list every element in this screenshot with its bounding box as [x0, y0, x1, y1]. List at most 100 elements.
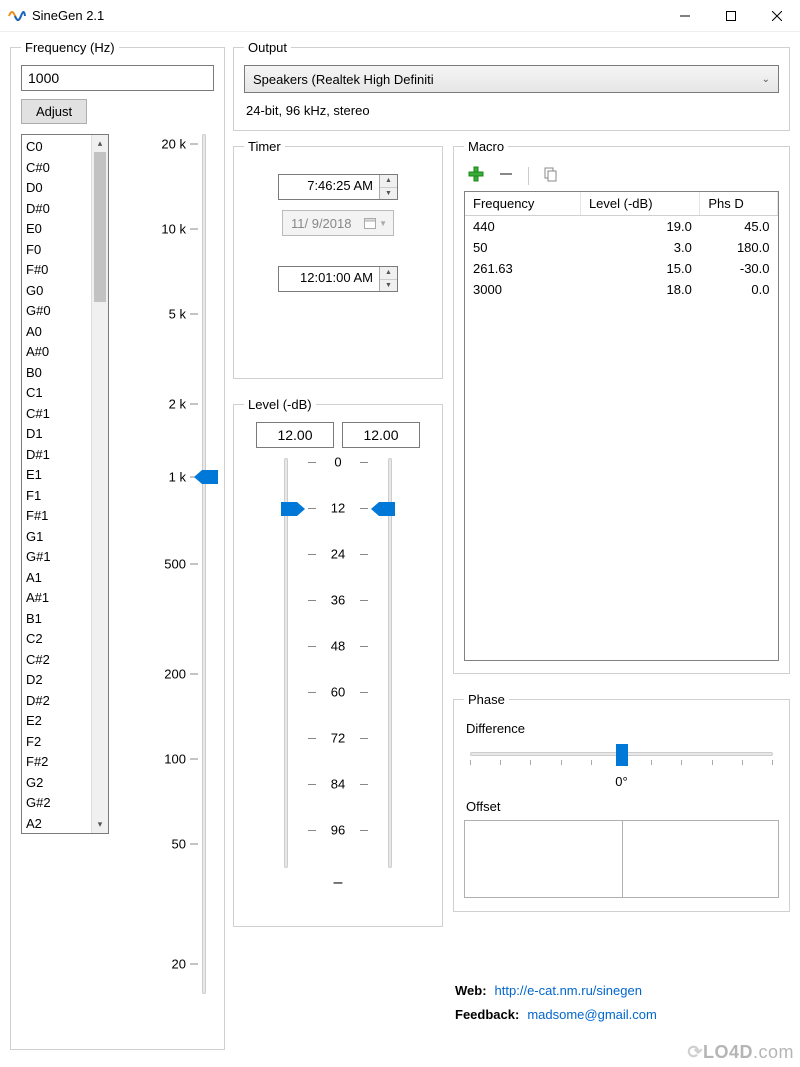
freq-tick-label: 50 [172, 837, 186, 852]
freq-tick-label: 20 k [161, 137, 186, 152]
macro-table[interactable]: FrequencyLevel (-dB)Phs D 44019.045.0503… [464, 191, 779, 661]
close-button[interactable] [754, 0, 800, 32]
spin-up-icon[interactable]: ▲ [380, 175, 397, 188]
level-left-thumb[interactable] [281, 502, 305, 516]
level-group: Level (-dB) 01224364860728496 [233, 397, 443, 927]
spin-up-icon[interactable]: ▲ [380, 267, 397, 280]
feedback-link[interactable]: madsome@gmail.com [527, 1003, 657, 1027]
level-left-slider[interactable] [284, 458, 288, 868]
titlebar: SineGen 2.1 [0, 0, 800, 32]
adjust-button[interactable]: Adjust [21, 99, 87, 124]
note-item[interactable]: D2 [26, 670, 91, 691]
table-row[interactable]: 44019.045.0 [465, 216, 778, 238]
frequency-input[interactable] [21, 65, 214, 91]
note-item[interactable]: F#1 [26, 506, 91, 527]
level-tick-label: 96 [331, 823, 345, 838]
note-item[interactable]: G#0 [26, 301, 91, 322]
level-right-slider[interactable] [388, 458, 392, 868]
macro-header[interactable]: Level (-dB) [580, 192, 699, 216]
phase-slider[interactable] [470, 742, 773, 770]
output-legend: Output [244, 40, 291, 55]
feedback-label: Feedback: [455, 1003, 519, 1027]
copy-icon[interactable] [543, 166, 559, 185]
note-item[interactable]: G#2 [26, 793, 91, 814]
note-item[interactable]: A#0 [26, 342, 91, 363]
web-label: Web: [455, 979, 487, 1003]
output-device-value: Speakers (Realtek High Definiti [253, 72, 434, 87]
note-item[interactable]: D#2 [26, 691, 91, 712]
frequency-slider-thumb[interactable] [194, 470, 218, 484]
scroll-down-arrow[interactable]: ▾ [92, 816, 108, 833]
timer-end-time[interactable]: 12:01:00 AM ▲ ▼ [278, 266, 398, 292]
table-row[interactable]: 300018.00.0 [465, 279, 778, 300]
level-tick-label: 12 [331, 501, 345, 516]
freq-tick-label: 200 [164, 667, 186, 682]
note-item[interactable]: G#1 [26, 547, 91, 568]
spin-down-icon[interactable]: ▼ [380, 280, 397, 292]
note-item[interactable]: D0 [26, 178, 91, 199]
note-item[interactable]: F0 [26, 240, 91, 261]
note-item[interactable]: F#2 [26, 752, 91, 773]
note-item[interactable]: E1 [26, 465, 91, 486]
phase-slider-thumb[interactable] [616, 744, 628, 766]
add-icon[interactable] [468, 166, 484, 185]
output-format-info: 24-bit, 96 kHz, stereo [246, 103, 779, 118]
note-item[interactable]: D#0 [26, 199, 91, 220]
freq-tick-label: 2 k [169, 397, 186, 412]
level-right-thumb[interactable] [371, 502, 395, 516]
note-item[interactable]: A1 [26, 568, 91, 589]
note-item[interactable]: C2 [26, 629, 91, 650]
watermark: ⟳LO4D.com [687, 1042, 794, 1063]
note-item[interactable]: D#1 [26, 445, 91, 466]
timer-start-time[interactable]: 7:46:25 AM ▲ ▼ [278, 174, 398, 200]
freq-tick-label: 10 k [161, 222, 186, 237]
note-scrollbar[interactable]: ▴ ▾ [91, 135, 108, 833]
note-item[interactable]: C#1 [26, 404, 91, 425]
remove-icon[interactable] [498, 166, 514, 185]
calendar-icon [363, 216, 377, 230]
note-item[interactable]: A2 [26, 814, 91, 834]
note-item[interactable]: F2 [26, 732, 91, 753]
macro-header[interactable]: Phs D [700, 192, 778, 216]
note-item[interactable]: E2 [26, 711, 91, 732]
note-item[interactable]: C#2 [26, 650, 91, 671]
note-item[interactable]: F#0 [26, 260, 91, 281]
note-item[interactable]: B0 [26, 363, 91, 384]
note-item[interactable]: C#0 [26, 158, 91, 179]
macro-header[interactable]: Frequency [465, 192, 580, 216]
freq-tick-label: 20 [172, 957, 186, 972]
phase-offset-display [464, 820, 779, 898]
freq-tick-label: 5 k [169, 307, 186, 322]
table-row[interactable]: 261.6315.0-30.0 [465, 258, 778, 279]
note-item[interactable]: A0 [26, 322, 91, 343]
frequency-slider[interactable]: 20 k10 k5 k2 k1 k5002001005020 [115, 134, 214, 994]
level-tick-label: 84 [331, 777, 345, 792]
note-item[interactable]: A#1 [26, 588, 91, 609]
note-item[interactable]: G2 [26, 773, 91, 794]
timer-legend: Timer [244, 139, 285, 154]
note-item[interactable]: D1 [26, 424, 91, 445]
scroll-thumb[interactable] [94, 152, 106, 302]
level-tick-label: 60 [331, 685, 345, 700]
window-title: SineGen 2.1 [32, 8, 662, 23]
note-item[interactable]: C1 [26, 383, 91, 404]
level-right-input[interactable] [342, 422, 420, 448]
web-link[interactable]: http://e-cat.nm.ru/sinegen [495, 979, 642, 1003]
minimize-button[interactable] [662, 0, 708, 32]
note-item[interactable]: F1 [26, 486, 91, 507]
output-device-select[interactable]: Speakers (Realtek High Definiti ⌄ [244, 65, 779, 93]
spin-down-icon[interactable]: ▼ [380, 188, 397, 200]
level-dash: – [244, 874, 432, 892]
level-left-input[interactable] [256, 422, 334, 448]
freq-tick-label: 100 [164, 752, 186, 767]
note-item[interactable]: G0 [26, 281, 91, 302]
note-item[interactable]: B1 [26, 609, 91, 630]
level-tick-label: 0 [334, 455, 341, 470]
maximize-button[interactable] [708, 0, 754, 32]
scroll-up-arrow[interactable]: ▴ [92, 135, 108, 152]
note-listbox[interactable]: C0C#0D0D#0E0F0F#0G0G#0A0A#0B0C1C#1D1D#1E… [21, 134, 109, 834]
note-item[interactable]: G1 [26, 527, 91, 548]
note-item[interactable]: E0 [26, 219, 91, 240]
table-row[interactable]: 503.0180.0 [465, 237, 778, 258]
note-item[interactable]: C0 [26, 137, 91, 158]
